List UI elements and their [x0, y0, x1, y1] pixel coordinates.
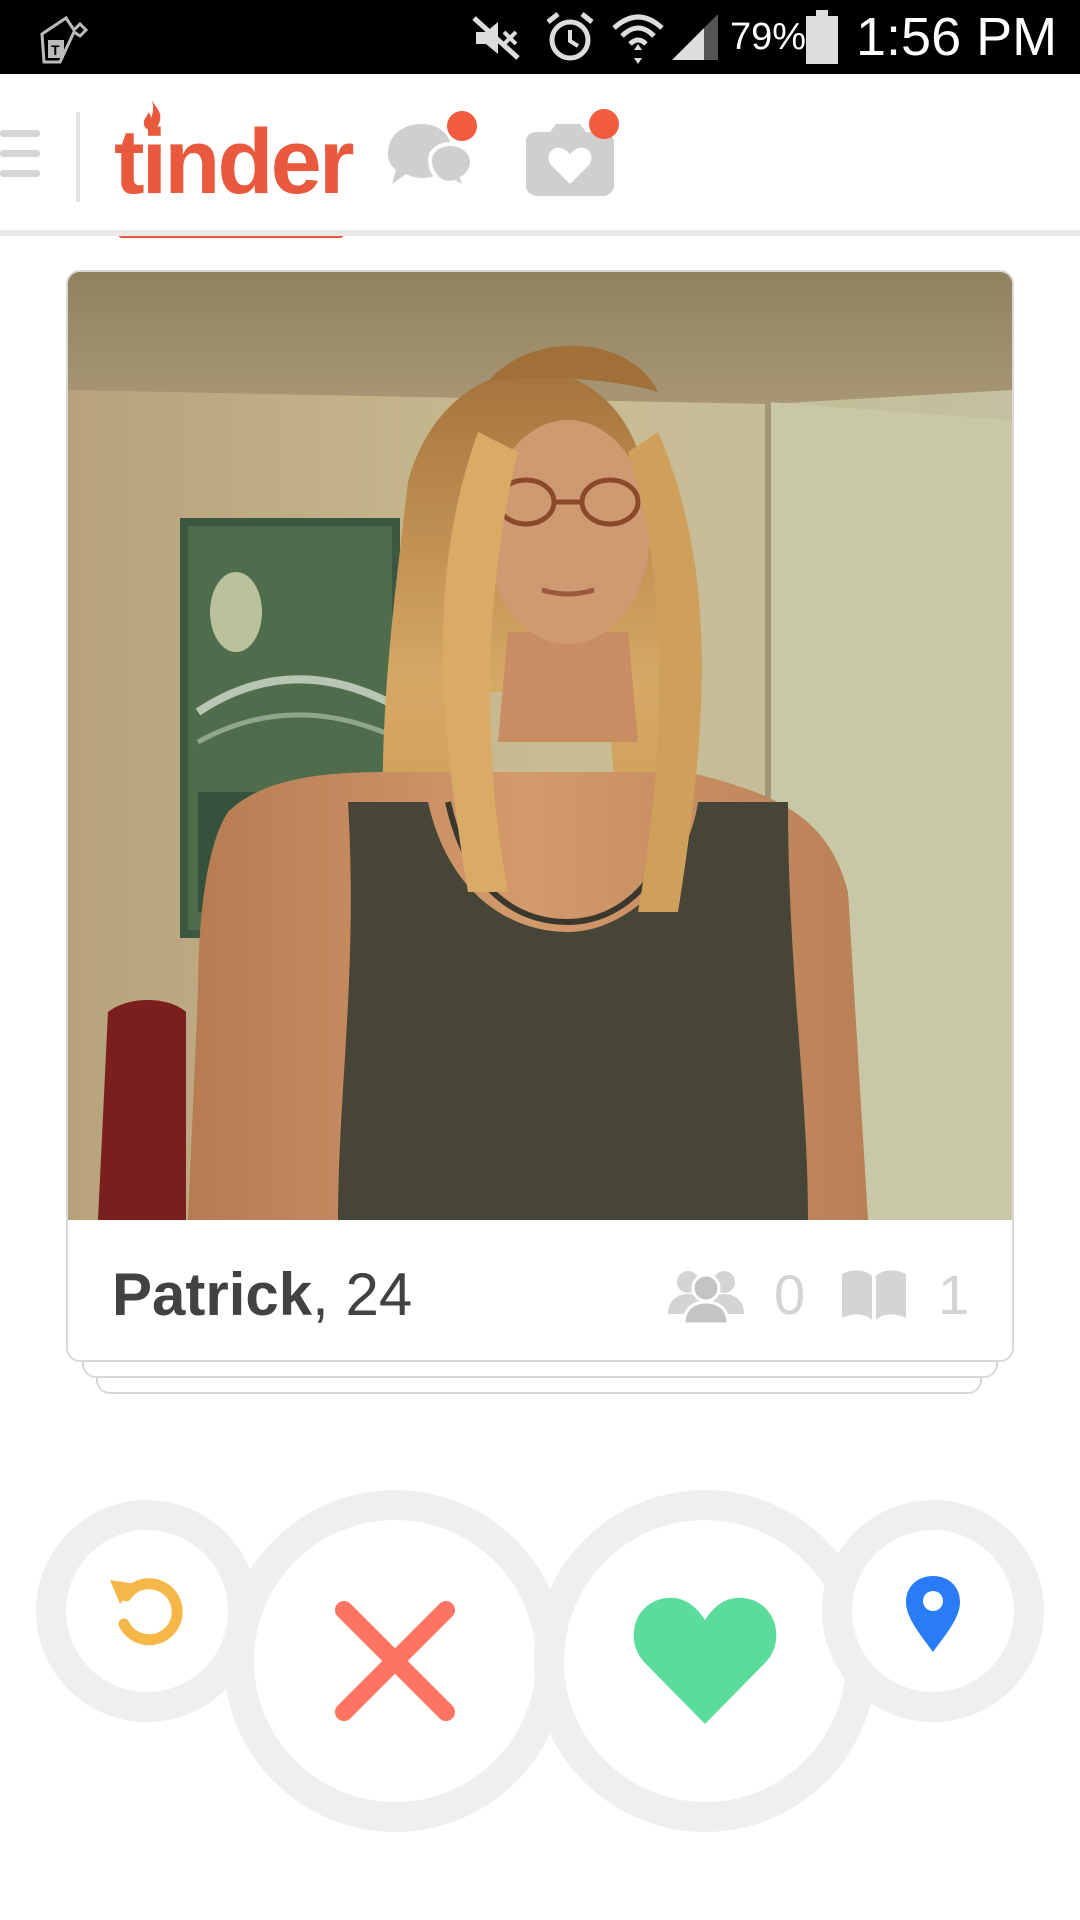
wifi-icon [612, 14, 664, 64]
profile-name: Patrick [112, 1261, 313, 1328]
carrier-icon: T [40, 15, 89, 64]
book-icon [842, 1270, 906, 1320]
battery-icon [806, 10, 838, 64]
camera-heart-icon[interactable] [522, 106, 622, 202]
tab-tinder[interactable]: tinder [114, 100, 355, 212]
nav-bottom-divider [0, 230, 1080, 236]
location-button[interactable] [822, 1500, 1044, 1722]
hamburger-menu-icon[interactable] [0, 126, 42, 182]
like-button[interactable] [534, 1490, 876, 1832]
shared-interests-count: 1 [938, 1263, 970, 1326]
rewind-button[interactable] [36, 1500, 258, 1722]
signal-icon [672, 14, 718, 60]
shared-friends-count: 0 [774, 1263, 806, 1326]
status-bar: T 79% 1:56 PM [0, 0, 1080, 74]
location-pin-icon [906, 1576, 960, 1652]
profile-card[interactable]: Patrick, 24 0 1 [66, 270, 1014, 1362]
svg-text:T: T [51, 42, 60, 58]
clock: 1:56 PM [856, 7, 1058, 67]
battery-percent: 79% [730, 16, 807, 58]
top-nav-bar: tinder [0, 74, 1080, 238]
nav-divider [76, 112, 80, 202]
mute-icon [472, 16, 520, 60]
heart-icon [633, 1597, 777, 1724]
x-icon [335, 1601, 455, 1721]
alarm-icon [546, 12, 594, 61]
profile-age: 24 [345, 1261, 413, 1328]
profile-name-age: Patrick, 24 [112, 1260, 412, 1330]
name-age-separator: , [312, 1261, 329, 1328]
profile-photo [68, 272, 1012, 1220]
profile-info-bar: Patrick, 24 0 1 [68, 1220, 1012, 1360]
tinder-logo-text: tinder [114, 111, 355, 213]
dislike-button[interactable] [224, 1490, 566, 1832]
shared-friends-icon [668, 1271, 744, 1324]
rewind-icon [110, 1578, 183, 1646]
chat-bubbles-icon[interactable] [382, 106, 482, 202]
